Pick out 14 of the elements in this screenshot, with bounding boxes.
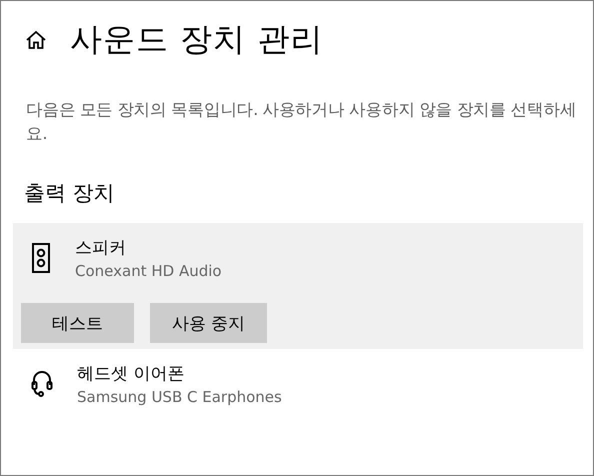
- headset-icon: [31, 369, 53, 397]
- speaker-icon: [31, 243, 51, 273]
- description-text: 다음은 모든 장치의 목록입니다. 사용하거나 사용하지 않을 장치를 선택하세요.: [26, 99, 578, 145]
- home-icon[interactable]: [26, 31, 46, 49]
- page-title: 사운드 장치 관리: [70, 19, 324, 60]
- section-heading: 출력 장치: [24, 180, 116, 207]
- device-driver: Samsung USB C Earphones: [77, 387, 282, 407]
- device-name: 헤드셋 이어폰: [77, 363, 186, 386]
- device-item[interactable]: 헤드셋 이어폰 Samsung USB C Earphones: [13, 349, 583, 415]
- device-name: 스피커: [75, 237, 127, 260]
- test-button[interactable]: 테스트: [21, 303, 134, 343]
- device-item[interactable]: 스피커 Conexant HD Audio 테스트 사용 중지: [13, 223, 583, 349]
- disable-button[interactable]: 사용 중지: [150, 303, 267, 343]
- device-driver: Conexant HD Audio: [75, 261, 222, 281]
